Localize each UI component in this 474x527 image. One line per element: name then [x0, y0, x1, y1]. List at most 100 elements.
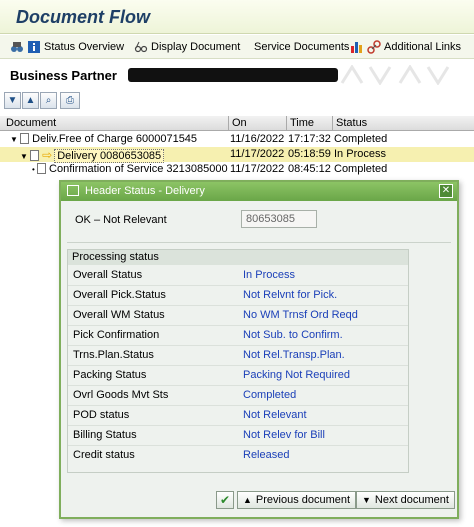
business-partner-row: Business Partner	[0, 62, 474, 88]
status-row: Credit status Released	[68, 446, 408, 466]
window-icon	[67, 185, 79, 196]
row-status: Completed	[334, 163, 388, 175]
tree-node-document[interactable]: ▼ ⇨ Delivery 0080653085	[20, 148, 165, 163]
binoculars-icon	[10, 40, 24, 54]
row-status: Completed	[334, 133, 388, 145]
collapse-icon: ▲	[25, 95, 36, 106]
business-partner-label: Business Partner	[10, 68, 117, 83]
close-button[interactable]: ✕	[439, 184, 453, 198]
status-overview-label: Status Overview	[44, 41, 125, 53]
status-row: Pick Confirmation Not Sub. to Confirm.	[68, 326, 408, 346]
links-icon	[367, 40, 381, 54]
service-documents-label: Service Documents	[254, 41, 350, 53]
bar-chart-icon	[350, 40, 364, 54]
status-label: POD status	[73, 409, 130, 421]
status-row: Ovrl Goods Mvt Sts Completed	[68, 386, 408, 406]
print-button[interactable]: ⎙	[60, 92, 80, 109]
status-row: Overall Status In Process	[68, 266, 408, 286]
row-time: 17:17:32	[288, 133, 331, 145]
status-overview-button[interactable]: Status Overview	[10, 38, 124, 56]
dialog-title: Header Status - Delivery	[85, 185, 205, 197]
arrow-right-icon: ⇨	[42, 148, 53, 162]
status-label: Credit status	[73, 449, 135, 461]
printer-icon: ⎙	[66, 95, 74, 106]
status-row: Overall Pick.Status Not Relvnt for Pick.	[68, 286, 408, 306]
glasses-icon	[134, 40, 148, 54]
status-row: POD status Not Relevant	[68, 406, 408, 426]
status-row: Billing Status Not Relev for Bill	[68, 426, 408, 446]
status-value: Released	[243, 449, 290, 461]
processing-status-heading: Processing status	[68, 250, 408, 265]
additional-links-button[interactable]: Additional Links	[350, 38, 461, 56]
status-label: Packing Status	[73, 369, 147, 381]
collapse-all-button[interactable]: ▲	[22, 92, 39, 109]
title-bar: Document Flow	[0, 0, 474, 34]
next-document-label: Next document	[374, 494, 449, 506]
status-label: Ovrl Goods Mvt Sts	[73, 389, 169, 401]
column-header-time[interactable]: Time	[290, 117, 314, 129]
table-row[interactable]: ▼ ⇨ Delivery 0080653085 11/17/2022 05:18:…	[0, 147, 474, 163]
expand-all-button[interactable]: ▼	[4, 92, 21, 109]
status-value: Packing Not Required	[243, 369, 351, 381]
table-row[interactable]: • Confirmation of Service 3213085000 11/…	[0, 162, 474, 177]
status-value: Not Relvnt for Pick.	[243, 289, 338, 301]
status-label: Overall Status	[73, 269, 143, 281]
find-icon: ⌕	[45, 95, 52, 106]
triangle-up-icon: ▲	[243, 495, 252, 505]
column-header-status[interactable]: Status	[336, 117, 367, 129]
header-status-dialog: Header Status - Delivery ✕ OK – Not Rele…	[59, 180, 459, 519]
close-icon: ✕	[441, 185, 451, 196]
status-value: Not Relevant	[243, 409, 307, 421]
delivery-number-field[interactable]: 80653085	[241, 210, 317, 228]
document-icon	[37, 163, 47, 174]
grid-header: Document On Time Status	[0, 116, 474, 131]
status-value: Not Rel.Transp.Plan.	[243, 349, 345, 361]
status-label: Overall Pick.Status	[73, 289, 166, 301]
status-label: Trns.Plan.Status	[73, 349, 154, 361]
confirm-button[interactable]: ✔	[216, 491, 234, 509]
display-document-label: Display Document	[151, 41, 241, 53]
document-icon	[30, 150, 40, 161]
status-value: No WM Trnsf Ord Reqd	[243, 309, 358, 321]
dialog-footer: ✔ ▲ Previous document ▼ Next document	[61, 487, 457, 517]
tree-expanded-icon: ▼	[20, 152, 31, 161]
status-value: Completed	[243, 389, 297, 401]
status-value: Not Sub. to Confirm.	[243, 329, 343, 341]
processing-status-group: Processing status Overall Status In Proc…	[67, 249, 409, 473]
divider	[67, 242, 451, 243]
row-status: In Process	[334, 148, 386, 160]
grid-toolbar: ▼ ▲ ⌕ ⎙	[0, 90, 474, 112]
status-label: Overall WM Status	[73, 309, 165, 321]
column-header-document[interactable]: Document	[6, 117, 56, 129]
previous-document-label: Previous document	[255, 494, 351, 506]
status-value: Not Relev for Bill	[243, 429, 325, 441]
dialog-title-bar[interactable]: Header Status - Delivery ✕	[61, 182, 457, 201]
column-header-on[interactable]: On	[232, 117, 247, 129]
info-icon	[27, 40, 41, 54]
previous-document-button[interactable]: ▲ Previous document	[237, 491, 357, 509]
find-button[interactable]: ⌕	[40, 92, 57, 109]
watermark	[340, 64, 460, 90]
status-row: Overall WM Status No WM Trnsf Ord Reqd	[68, 306, 408, 326]
ok-not-relevant-label: OK – Not Relevant	[75, 214, 167, 226]
triangle-down-icon: ▼	[362, 495, 371, 505]
status-row: Trns.Plan.Status Not Rel.Transp.Plan.	[68, 346, 408, 366]
tree-node-document[interactable]: • Confirmation of Service 3213085000	[32, 163, 228, 175]
row-time: 05:18:59	[288, 148, 331, 160]
tree-expanded-icon: ▼	[10, 135, 21, 144]
status-row: Packing Status Packing Not Required	[68, 366, 408, 386]
display-document-button[interactable]: Display Document	[134, 38, 240, 56]
status-label: Pick Confirmation	[73, 329, 160, 341]
next-document-button[interactable]: ▼ Next document	[356, 491, 455, 509]
application-toolbar: Status Overview Display Document Service…	[0, 35, 474, 59]
document-icon	[20, 133, 30, 144]
service-documents-button[interactable]: Service Documents	[254, 38, 349, 56]
tree-node-document[interactable]: ▼ Deliv.Free of Charge 6000071545	[10, 133, 197, 145]
row-date: 11/16/2022	[230, 133, 285, 145]
redacted-partner-name	[128, 68, 338, 82]
status-value: In Process	[243, 269, 295, 281]
expand-icon: ▼	[7, 95, 18, 106]
checkmark-icon: ✔	[219, 493, 231, 507]
table-row[interactable]: ▼ Deliv.Free of Charge 6000071545 11/16/…	[0, 132, 474, 147]
row-time: 08:45:12	[288, 163, 331, 175]
